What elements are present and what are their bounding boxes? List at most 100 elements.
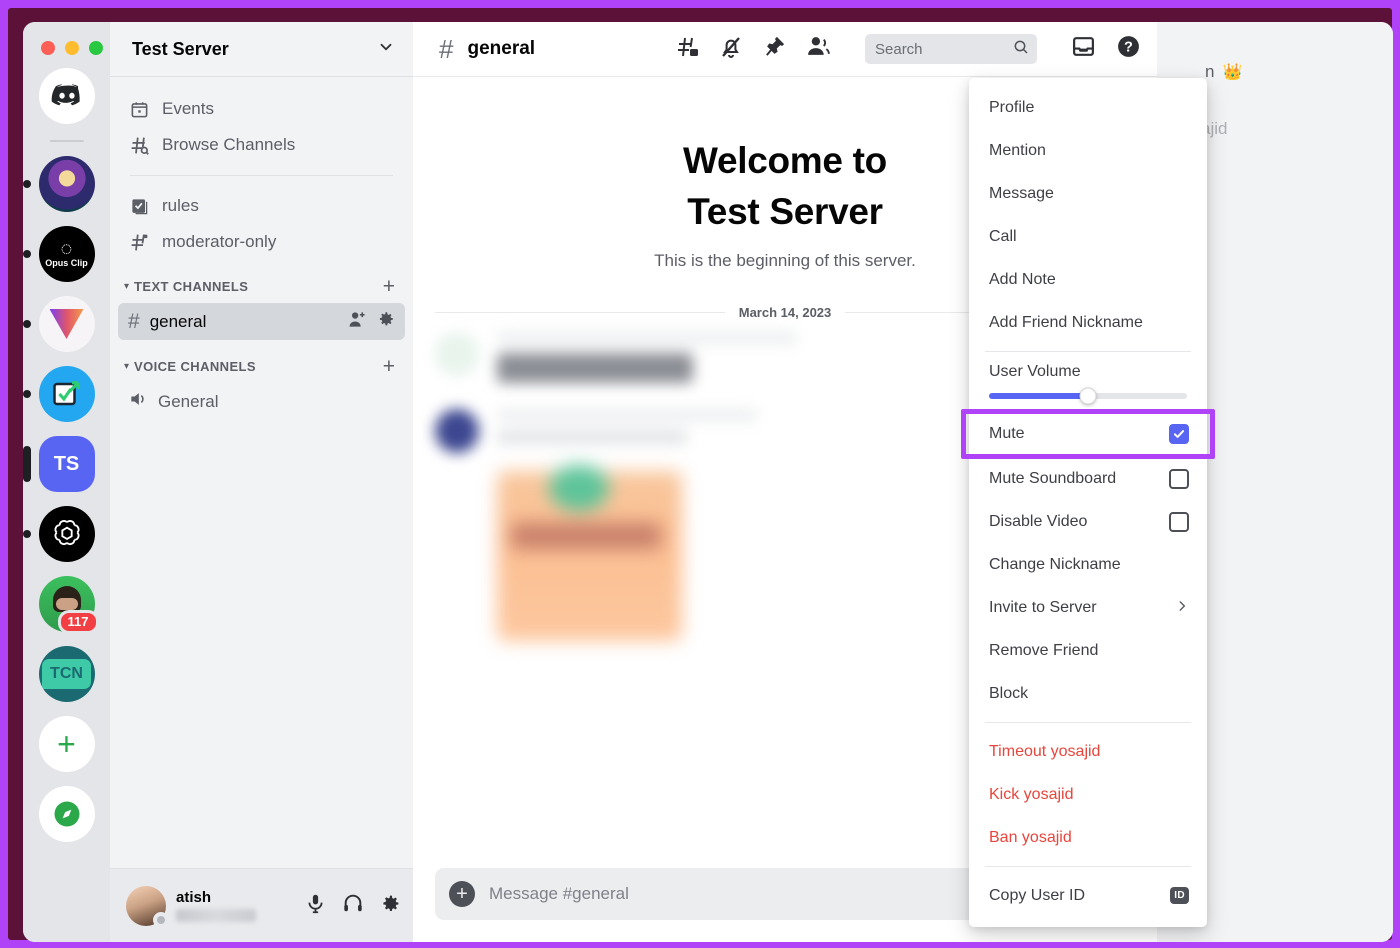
rail-item-opus-clip[interactable]: ◌ Opus Clip (39, 226, 95, 282)
help-icon[interactable]: ? (1116, 34, 1141, 64)
date-divider-label: March 14, 2023 (739, 305, 832, 320)
message-text-blurred (497, 430, 687, 444)
add-server-icon: + (39, 716, 95, 772)
user-volume-slider[interactable] (989, 393, 1187, 399)
server-icon-art (39, 156, 95, 212)
search-icon (1013, 39, 1029, 60)
sidebar-channel-general[interactable]: # general (118, 303, 405, 340)
gear-icon[interactable] (380, 893, 401, 919)
disable-video-checkbox[interactable] (1169, 512, 1189, 532)
category-label: TEXT CHANNELS (134, 279, 248, 294)
inbox-icon[interactable] (1071, 34, 1096, 64)
notification-off-icon[interactable] (719, 35, 743, 64)
context-menu-item-invite-to-server[interactable]: Invite to Server (969, 586, 1207, 629)
notification-badge: 117 (58, 610, 99, 634)
context-menu-item-change-nickname[interactable]: Change Nickname (969, 543, 1207, 586)
headphones-icon[interactable] (342, 892, 364, 919)
rail-item-checkmark[interactable] (39, 366, 95, 422)
mute-soundboard-checkbox[interactable] (1169, 469, 1189, 489)
unread-pill (23, 250, 31, 258)
context-menu-item-remove-friend[interactable]: Remove Friend (969, 629, 1207, 672)
rail-item-person[interactable]: 117 (39, 576, 95, 632)
channel-settings-gear-icon[interactable] (377, 310, 395, 333)
window-traffic-lights (41, 41, 103, 55)
add-voice-channel-button[interactable]: + (383, 356, 395, 377)
rail-item-discord-home[interactable] (39, 68, 95, 124)
sidebar-item-browse-channels[interactable]: Browse Channels (118, 127, 405, 163)
message-input-placeholder[interactable]: Message #general (489, 884, 1043, 904)
server-icon-verge (39, 296, 95, 352)
sidebar-item-events[interactable]: Events (118, 91, 405, 127)
menu-item-label: Timeout yosajid (989, 743, 1100, 761)
calendar-icon (128, 100, 150, 119)
context-menu-item-block[interactable]: Block (969, 672, 1207, 715)
active-server-pill (23, 446, 31, 482)
chevron-right-icon (1175, 599, 1189, 617)
context-menu-item-timeout[interactable]: Timeout yosajid (969, 730, 1207, 773)
context-menu-item-call[interactable]: Call (969, 215, 1207, 258)
category-text-channels[interactable]: ▾ TEXT CHANNELS + (118, 260, 405, 303)
outer-purple-frame: ◌ Opus Clip (0, 0, 1400, 948)
menu-item-label: Mute Soundboard (989, 470, 1116, 488)
menu-item-label: Message (989, 185, 1054, 203)
mic-icon[interactable] (305, 893, 326, 919)
search-input[interactable]: Search (865, 34, 1037, 64)
menu-item-label: Mention (989, 142, 1046, 160)
rail-item-server-art[interactable] (39, 156, 95, 212)
chevron-down-icon: ▾ (124, 281, 129, 292)
pin-icon[interactable] (763, 35, 786, 63)
rail-item-openai[interactable] (39, 506, 95, 562)
rail-item-test-server[interactable]: TS (39, 436, 95, 492)
search-placeholder: Search (875, 41, 923, 58)
minimize-window-button[interactable] (65, 41, 79, 55)
rail-item-tcn[interactable]: TCN (39, 646, 95, 702)
hash-icon: # (439, 34, 453, 65)
context-menu-item-mention[interactable]: Mention (969, 129, 1207, 172)
context-menu-item-disable-video[interactable]: Disable Video (969, 500, 1207, 543)
sidebar-channel-voice-general[interactable]: General (118, 383, 405, 420)
unread-pill (23, 390, 31, 398)
rail-item-add-server[interactable]: + (39, 716, 95, 772)
context-menu-item-kick[interactable]: Kick yosajid (969, 773, 1207, 816)
menu-item-label: Kick yosajid (989, 786, 1073, 804)
page-title: general (467, 38, 535, 60)
channel-moderator-only[interactable]: moderator-only (118, 224, 405, 260)
context-menu-item-message[interactable]: Message (969, 172, 1207, 215)
context-menu-item-mute-soundboard[interactable]: Mute Soundboard (969, 457, 1207, 500)
create-thread-icon[interactable] (675, 35, 699, 64)
context-menu-item-profile[interactable]: Profile (969, 86, 1207, 129)
menu-item-label: Mute (989, 425, 1025, 443)
message-meta-blurred (497, 332, 797, 344)
rail-item-explore-servers[interactable] (39, 786, 95, 842)
add-attachment-button[interactable]: + (449, 881, 475, 907)
invite-member-icon[interactable] (348, 310, 367, 334)
channel-label: General (158, 392, 218, 412)
rail-item-verge[interactable] (39, 296, 95, 352)
hash-lock-icon (128, 232, 150, 253)
menu-divider (985, 866, 1191, 867)
context-menu-item-ban[interactable]: Ban yosajid (969, 816, 1207, 859)
rules-icon (128, 197, 150, 216)
context-menu-item-add-friend-nickname[interactable]: Add Friend Nickname (969, 301, 1207, 344)
slider-handle[interactable] (1080, 388, 1097, 405)
add-text-channel-button[interactable]: + (383, 276, 395, 297)
mute-checkbox[interactable] (1169, 424, 1189, 444)
context-menu-item-add-note[interactable]: Add Note (969, 258, 1207, 301)
server-rail: ◌ Opus Clip (23, 22, 110, 942)
avatar[interactable] (126, 886, 166, 926)
close-window-button[interactable] (41, 41, 55, 55)
unread-pill (23, 320, 31, 328)
speaker-icon (128, 389, 148, 415)
hash-icon: # (128, 310, 140, 334)
server-header-dropdown[interactable]: Test Server (110, 22, 413, 77)
category-voice-channels[interactable]: ▾ VOICE CHANNELS + (118, 340, 405, 383)
context-menu-item-mute[interactable]: Mute (969, 411, 1207, 457)
maximize-window-button[interactable] (89, 41, 103, 55)
server-icon-opus-clip: ◌ Opus Clip (39, 226, 95, 282)
context-menu-item-copy-user-id[interactable]: Copy User ID ID (969, 874, 1207, 917)
menu-item-label: Disable Video (989, 513, 1087, 531)
user-panel: atish (110, 868, 413, 942)
server-icon-checkmark (39, 366, 95, 422)
members-icon[interactable] (806, 34, 831, 64)
channel-rules[interactable]: rules (118, 188, 405, 224)
